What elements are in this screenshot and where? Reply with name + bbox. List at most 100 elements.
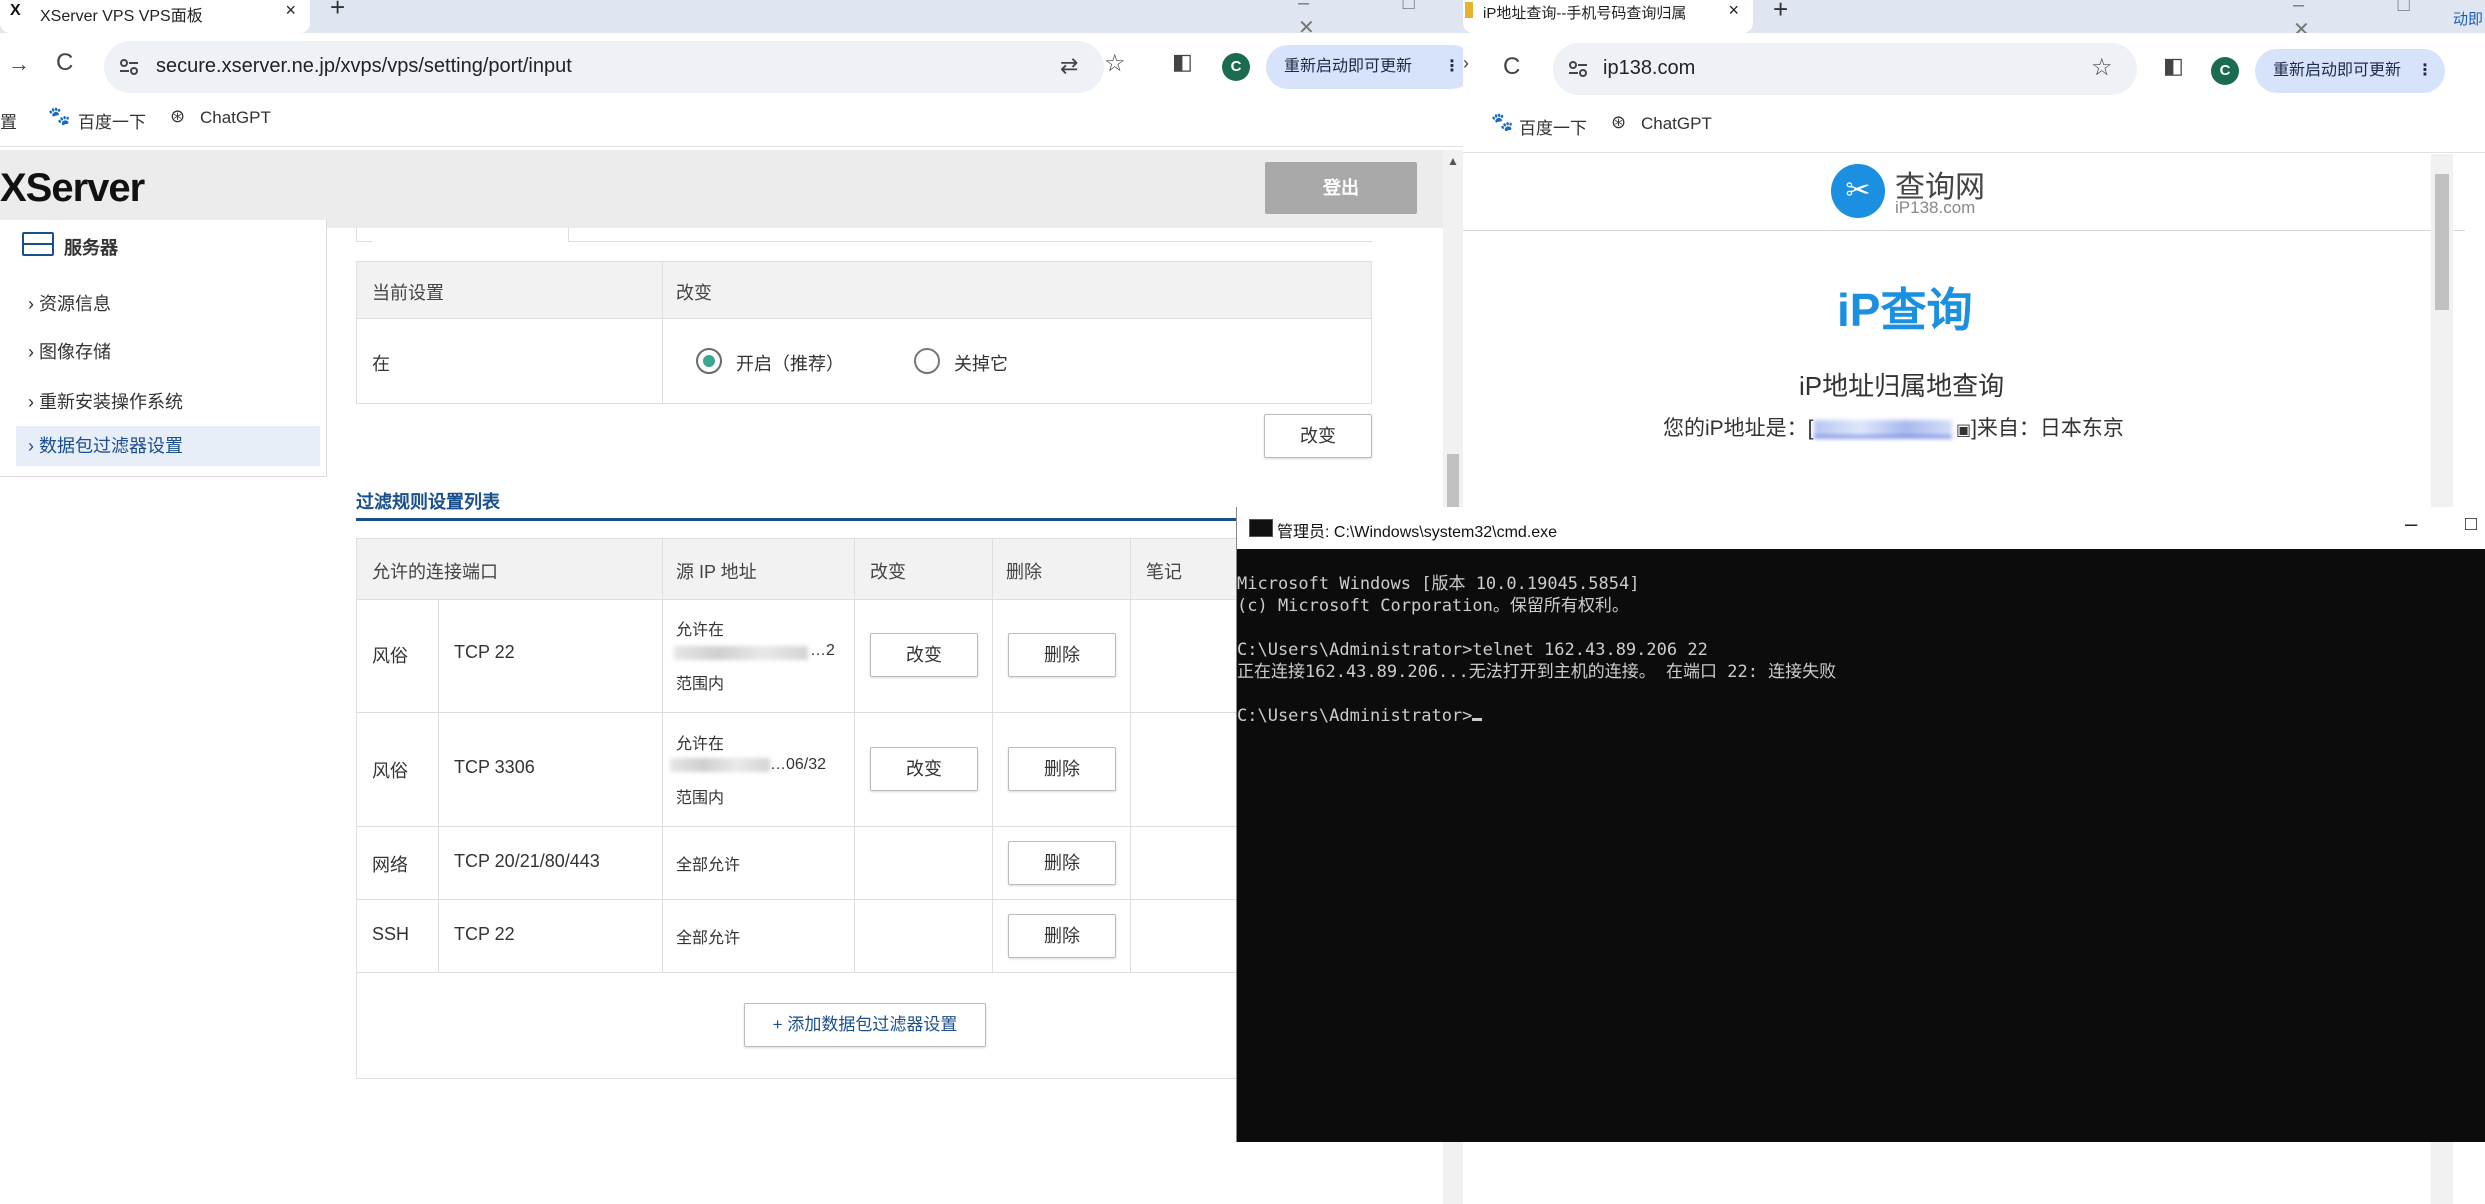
address-bar[interactable]: secure.xserver.ne.jp/xvps/vps/setting/po… (104, 41, 1104, 93)
logout-button[interactable]: 登出 (1265, 162, 1417, 214)
redacted-ip-link[interactable] (1813, 420, 1952, 439)
sidebar-item-label: 数据包过滤器设置 (39, 436, 183, 456)
page-heading: iP查询 (1837, 284, 1973, 336)
bookmarks-divider (0, 146, 1463, 147)
tab-close-icon[interactable]: × (1728, 0, 1739, 21)
tab-ip138[interactable]: iP地址查询--手机号码查询归属 × (1463, 0, 1753, 33)
cmd-line: C:\Users\Administrator>telnet 162.43.89.… (1237, 640, 1708, 660)
cmd-app-icon (1249, 519, 1273, 537)
radio-on[interactable] (696, 348, 722, 374)
prev-box-edge (568, 228, 569, 242)
radio-off[interactable] (914, 348, 940, 374)
sidebar-item-image[interactable]: › 图像存储 (28, 338, 111, 364)
reload-icon[interactable]: C (56, 49, 73, 77)
bookmark-item[interactable]: 置 (0, 108, 17, 133)
forward-icon[interactable]: › (1463, 53, 1469, 74)
sidebar-item-label: 图像存储 (39, 342, 111, 362)
reload-icon[interactable]: C (1503, 53, 1520, 81)
chatgpt-icon: ⊛ (170, 106, 186, 126)
tab-title: iP地址查询--手机号码查询归属 (1483, 5, 1687, 22)
rule-edit-button[interactable]: 改变 (870, 747, 978, 791)
site-domain: iP138.com (1895, 198, 1976, 217)
new-tab-button[interactable]: + (1773, 0, 1788, 25)
status-change-button[interactable]: 改变 (1264, 414, 1372, 458)
update-button[interactable]: 重新启动即可更新 ⋮ (1266, 45, 1463, 89)
prev-box-edge (356, 241, 372, 242)
cmd-output[interactable]: Microsoft Windows [版本 10.0.19045.5854] (c… (1237, 551, 1836, 771)
rule-name: 风俗 (372, 646, 408, 666)
add-filter-button[interactable]: + 添加数据包过滤器设置 (744, 1003, 986, 1047)
rule-ip-range: 范围内 (676, 790, 725, 807)
header-source-ip: 源 IP 地址 (676, 562, 757, 582)
ip138-favicon (1465, 2, 1473, 18)
radio-off-label[interactable]: 关掉它 (954, 350, 1008, 376)
forward-icon[interactable]: → (8, 51, 30, 77)
col-divider (854, 538, 855, 972)
tab-close-icon[interactable]: × (285, 0, 296, 21)
update-label: 重新启动即可更新 (1284, 58, 1413, 75)
scrollbar-thumb[interactable] (2435, 174, 2449, 310)
sidebar-item-resource[interactable]: › 资源信息 (28, 290, 111, 316)
translate-icon[interactable]: ⇄ (1060, 53, 1078, 79)
header-port: 允许的连接端口 (372, 562, 498, 582)
browser-toolbar: → C secure.xserver.ne.jp/xvps/vps/settin… (0, 33, 1463, 101)
minimize-icon[interactable]: – (2405, 511, 2417, 537)
site-header-divider (1463, 230, 2465, 231)
site-info-icon[interactable] (1567, 58, 1589, 80)
tab-xserver[interactable]: X XServer VPS VPS面板 × (0, 0, 310, 33)
broken-image-icon: ▣ (1951, 422, 1972, 439)
rule-ip-suffix: …2 (810, 642, 835, 659)
col-divider (662, 538, 663, 972)
menu-kebab-icon[interactable]: ⋮ (1444, 45, 1460, 89)
sidebar-item-reinstall[interactable]: › 重新安装操作系统 (28, 388, 183, 414)
side-panel-icon[interactable]: ◧ (1172, 49, 1193, 75)
bookmark-chatgpt[interactable]: ChatGPT (1641, 114, 1712, 134)
bookmark-star-icon[interactable]: ☆ (2091, 53, 2113, 82)
scroll-up-icon[interactable]: ▲ (1447, 154, 1459, 168)
xserver-logo[interactable]: XServer (0, 166, 145, 211)
redacted-ip (674, 646, 808, 660)
bookmark-star-icon[interactable]: ☆ (1104, 49, 1126, 78)
prev-box-edge (568, 241, 1372, 242)
status-table-row (356, 318, 1372, 404)
new-tab-button[interactable]: + (330, 0, 345, 23)
col-divider (438, 599, 439, 972)
cmd-titlebar[interactable]: 管理员: C:\Windows\system32\cmd.exe – □ (1237, 507, 2485, 549)
sidebar-item-packet-filter[interactable]: › 数据包过滤器设置 (16, 426, 320, 466)
your-ip-line: 您的iP地址是：[ ▣]来自：日本东京 (1663, 412, 2124, 442)
rule-ip-label: 全部允许 (676, 857, 741, 874)
bookmark-chatgpt[interactable]: ChatGPT (200, 108, 271, 128)
cmd-prompt-line: C:\Users\Administrator> (1237, 705, 1836, 727)
col-divider (992, 538, 993, 972)
rule-port: TCP 20/21/80/443 (454, 851, 600, 871)
sidebar-item-label: 重新安装操作系统 (39, 392, 183, 412)
bookmarks-divider (1463, 152, 2485, 153)
rule-delete-button[interactable]: 删除 (1008, 841, 1116, 885)
url-text: ip138.com (1603, 57, 1696, 79)
site-info-icon[interactable] (118, 56, 140, 78)
header-delete: 删除 (1006, 562, 1042, 582)
sidebar-item-label: 资源信息 (39, 294, 111, 314)
update-button[interactable]: 重新启动即可更新 ⋮ (2255, 49, 2445, 93)
profile-avatar[interactable]: C (2211, 57, 2239, 85)
rule-delete-button[interactable]: 删除 (1008, 747, 1116, 791)
radio-on-label[interactable]: 开启（推荐） (736, 350, 844, 376)
header-change: 改变 (676, 283, 712, 303)
rule-delete-button[interactable]: 删除 (1008, 633, 1116, 677)
rule-port: TCP 3306 (454, 757, 535, 777)
profile-avatar[interactable]: C (1222, 53, 1250, 81)
sidebar-title: 服务器 (64, 238, 118, 258)
status-table-header (356, 261, 1372, 319)
rule-edit-button[interactable]: 改变 (870, 633, 978, 677)
menu-kebab-icon[interactable]: ⋮ (2417, 49, 2433, 93)
server-icon (22, 232, 54, 256)
address-bar[interactable]: ip138.com ☆ (1553, 43, 2137, 95)
rule-ip-label: 允许在 (676, 736, 725, 753)
bookmark-baidu[interactable]: 百度一下 (1519, 114, 1587, 139)
ip138-logo-icon[interactable]: ✂ (1831, 164, 1885, 218)
side-panel-icon[interactable]: ◧ (2163, 53, 2184, 79)
bookmark-baidu[interactable]: 百度一下 (78, 108, 146, 133)
rule-delete-button[interactable]: 删除 (1008, 914, 1116, 958)
update-label: 重新启动即可更新 (2273, 62, 2402, 79)
maximize-icon[interactable]: □ (2465, 513, 2477, 536)
